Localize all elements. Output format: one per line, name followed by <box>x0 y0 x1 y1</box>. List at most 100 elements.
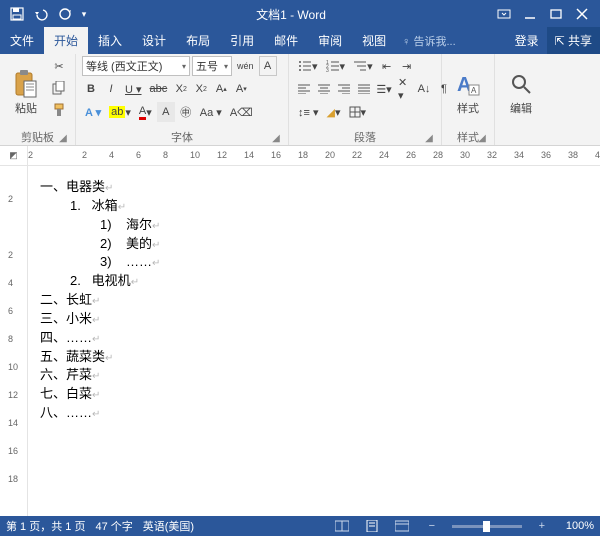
maximize-button[interactable] <box>544 3 568 25</box>
zoom-slider[interactable] <box>452 525 522 528</box>
paragraph-launcher[interactable]: ◢ <box>423 133 435 145</box>
highlight-button[interactable]: ab ▾ <box>106 102 134 122</box>
align-left-button[interactable] <box>295 79 313 99</box>
ruler-corner[interactable]: ◩ <box>0 146 28 165</box>
enclose-char-button[interactable]: ㊥ <box>177 102 195 122</box>
web-layout-button[interactable] <box>392 518 412 534</box>
sort-button[interactable]: A↓ <box>415 79 433 99</box>
ruler-vertical[interactable]: 224681012141618 <box>0 166 28 516</box>
align-left-icon <box>298 84 310 94</box>
read-mode-button[interactable] <box>332 518 352 534</box>
doc-line[interactable]: 七、白菜↵ <box>40 385 584 404</box>
italic-button[interactable]: I <box>102 79 120 99</box>
doc-line[interactable]: 五、蔬菜类↵ <box>40 348 584 367</box>
asian-layout-button[interactable]: ✕ ▾ <box>395 79 413 99</box>
editing-label: 编辑 <box>510 100 532 116</box>
tab-insert[interactable]: 插入 <box>88 27 132 54</box>
numbering-button[interactable]: 123▾ <box>323 56 349 76</box>
ruler-tick: 10 <box>190 150 200 160</box>
doc-line[interactable]: 二、长虹↵ <box>40 291 584 310</box>
shrink-font-button[interactable]: A▾ <box>232 79 250 99</box>
doc-line[interactable]: 一、电器类↵ <box>40 178 584 197</box>
tab-design[interactable]: 设计 <box>132 27 176 54</box>
change-case-button[interactable]: Aa ▾ <box>197 102 225 122</box>
superscript-button[interactable]: X2 <box>192 79 210 99</box>
language-indicator[interactable]: 英语(美国) <box>143 518 194 534</box>
quick-access-toolbar: ▾ <box>6 3 90 25</box>
shading-button[interactable]: ◢▾ <box>324 102 344 122</box>
increase-indent-button[interactable]: ⇥ <box>398 56 416 76</box>
zoom-level[interactable]: 100% <box>566 520 594 532</box>
tab-review[interactable]: 审阅 <box>308 27 352 54</box>
tab-file[interactable]: 文件 <box>0 27 44 54</box>
align-right-button[interactable] <box>335 79 353 99</box>
cut-button[interactable]: ✂ <box>49 56 69 76</box>
zoom-out-button[interactable]: − <box>422 518 442 534</box>
tab-mail[interactable]: 邮件 <box>264 27 308 54</box>
doc-line[interactable]: 1) 海尔↵ <box>100 216 584 235</box>
font-color-button[interactable]: A ▾ <box>136 102 155 122</box>
format-painter-button[interactable] <box>49 100 69 120</box>
undo-button[interactable] <box>30 3 52 25</box>
underline-button[interactable]: U ▾ <box>122 79 145 99</box>
decrease-indent-button[interactable]: ⇤ <box>378 56 396 76</box>
bullets-button[interactable]: ▾ <box>295 56 321 76</box>
line-spacing-button[interactable]: ↕≡ ▾ <box>295 102 322 122</box>
document-area: 224681012141618 一、电器类↵1. 冰箱↵1) 海尔↵2) 美的↵… <box>0 166 600 516</box>
bold-button[interactable]: B <box>82 79 100 99</box>
grow-font-button[interactable]: A▴ <box>212 79 230 99</box>
ruler-tick: 8 <box>8 334 13 344</box>
document-page[interactable]: 一、电器类↵1. 冰箱↵1) 海尔↵2) 美的↵3) ……↵2. 电视机↵二、长… <box>28 166 600 516</box>
tab-references[interactable]: 引用 <box>220 27 264 54</box>
clear-formatting-button[interactable]: A⌫ <box>227 102 256 122</box>
share-button[interactable]: ⇱ 共享 <box>547 27 600 54</box>
text-effects-button[interactable]: A ▾ <box>82 102 104 122</box>
multilevel-list-button[interactable]: ▾ <box>350 56 376 76</box>
save-button[interactable] <box>6 3 28 25</box>
redo-button[interactable] <box>54 3 76 25</box>
justify-button[interactable] <box>355 79 373 99</box>
char-shading-button[interactable]: A <box>157 102 175 122</box>
close-button[interactable] <box>570 3 594 25</box>
font-size-combo[interactable]: 五号▾ <box>192 56 232 76</box>
doc-line[interactable]: 2. 电视机↵ <box>70 272 584 291</box>
font-name-combo[interactable]: 等线 (西文正文)▾ <box>82 56 190 76</box>
tab-home[interactable]: 开始 <box>44 27 88 54</box>
doc-line[interactable]: 六、芹菜↵ <box>40 366 584 385</box>
tab-view[interactable]: 视图 <box>352 27 396 54</box>
char-border-button[interactable]: A <box>259 56 277 76</box>
styles-button[interactable]: AA 样式 <box>448 70 488 116</box>
page-counter[interactable]: 第 1 页，共 1 页 <box>6 518 85 534</box>
tell-me[interactable]: ♀ 告诉我... <box>396 28 461 54</box>
align-center-button[interactable] <box>315 79 333 99</box>
print-layout-button[interactable] <box>362 518 382 534</box>
doc-line[interactable]: 1. 冰箱↵ <box>70 197 584 216</box>
doc-line[interactable]: 2) 美的↵ <box>100 235 584 254</box>
copy-button[interactable] <box>49 78 69 98</box>
paste-button[interactable]: 粘贴 <box>6 56 46 129</box>
subscript-button[interactable]: X2 <box>172 79 190 99</box>
word-count[interactable]: 47 个字 <box>95 518 132 534</box>
clipboard-launcher[interactable]: ◢ <box>57 133 69 145</box>
doc-line[interactable]: 四、……↵ <box>40 329 584 348</box>
styles-launcher[interactable]: ◢ <box>476 133 488 145</box>
strikethrough-button[interactable]: abc <box>147 79 171 99</box>
ruler-horizontal[interactable]: 2246810121416182022242628303234363840 <box>28 146 600 165</box>
distributed-button[interactable]: ☰▾ <box>375 79 393 99</box>
doc-line[interactable]: 3) ……↵ <box>100 253 584 272</box>
minimize-button[interactable] <box>518 3 542 25</box>
borders-button[interactable]: ▾ <box>346 102 370 122</box>
ruler-tick: 26 <box>406 150 416 160</box>
signin-button[interactable]: 登录 <box>507 27 547 54</box>
ruler-tick: 30 <box>460 150 470 160</box>
phonetic-guide-button[interactable]: wén <box>234 56 257 76</box>
tab-layout[interactable]: 布局 <box>176 27 220 54</box>
editing-button[interactable]: 编辑 <box>501 70 541 116</box>
font-launcher[interactable]: ◢ <box>270 133 282 145</box>
doc-line[interactable]: 三、小米↵ <box>40 310 584 329</box>
zoom-in-button[interactable]: + <box>532 518 552 534</box>
qat-customize-button[interactable]: ▾ <box>78 3 90 25</box>
status-bar: 第 1 页，共 1 页 47 个字 英语(美国) − + 100% <box>0 516 600 536</box>
doc-line[interactable]: 八、……↵ <box>40 404 584 423</box>
ribbon-options-button[interactable] <box>492 3 516 25</box>
